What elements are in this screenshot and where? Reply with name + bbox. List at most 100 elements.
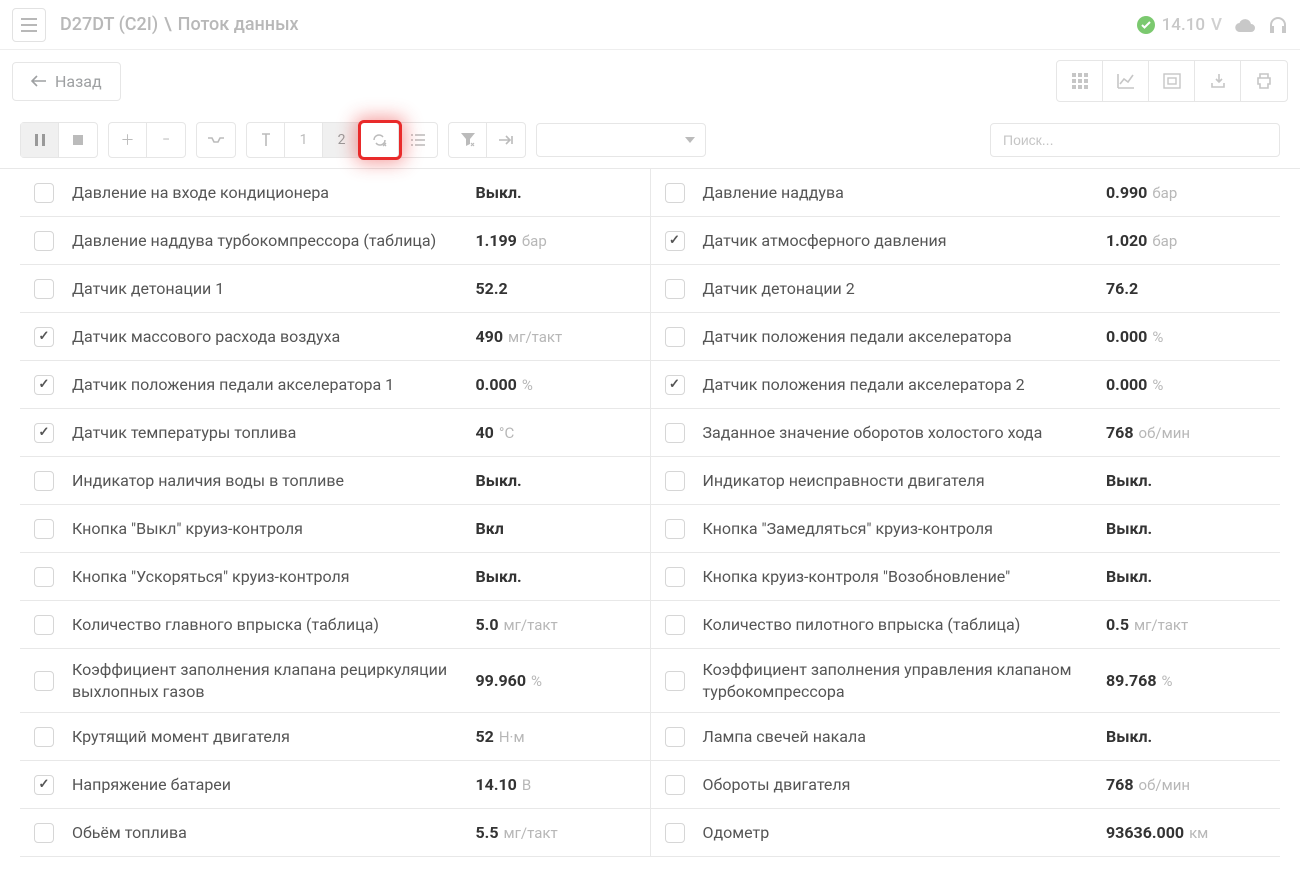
row-checkbox[interactable] (34, 471, 54, 491)
row-checkbox[interactable] (665, 615, 685, 635)
row-checkbox[interactable] (34, 615, 54, 635)
data-row[interactable]: Датчик температуры топлива40°C (20, 409, 650, 457)
row-checkbox[interactable] (665, 183, 685, 203)
data-row[interactable]: Заданное значение оборотов холостого ход… (651, 409, 1281, 457)
data-row[interactable]: Датчик атмосферного давления1.020бар (651, 217, 1281, 265)
print-button[interactable] (1241, 61, 1287, 101)
value-unit: мг/такт (504, 824, 558, 842)
parameter-label: Датчик детонации 2 (703, 278, 1107, 300)
export-button[interactable] (1195, 61, 1241, 101)
stop-button[interactable] (59, 123, 97, 157)
row-checkbox[interactable] (34, 823, 54, 843)
data-row[interactable]: Коэффициент заполнения управления клапан… (651, 649, 1281, 713)
row-checkbox[interactable] (34, 423, 54, 443)
row-checkbox[interactable] (665, 727, 685, 747)
data-row[interactable]: Датчик детонации 152.2 (20, 265, 650, 313)
row-checkbox[interactable] (665, 471, 685, 491)
column-1-button[interactable]: 1 (285, 123, 323, 157)
list-button[interactable] (399, 123, 437, 157)
data-row[interactable]: Крутящий момент двигателя52Н·м (20, 713, 650, 761)
value-number: 0.5 (1106, 615, 1129, 634)
row-checkbox[interactable] (34, 375, 54, 395)
row-checkbox[interactable] (34, 671, 54, 691)
data-row[interactable]: Датчик положения педали акселератора 10.… (20, 361, 650, 409)
data-row[interactable]: Давление на входе кондиционераВыкл. (20, 169, 650, 217)
parameter-value: 490мг/такт (476, 327, 636, 346)
data-row[interactable]: Датчик массового расхода воздуха490мг/та… (20, 313, 650, 361)
pause-button[interactable] (21, 123, 59, 157)
row-checkbox[interactable] (665, 519, 685, 539)
row-checkbox[interactable] (34, 231, 54, 251)
value-number: Выкл. (476, 183, 522, 202)
row-checkbox[interactable] (34, 183, 54, 203)
hamburger-icon (21, 18, 37, 32)
data-row[interactable]: Коэффициент заполнения клапана рециркуля… (20, 649, 650, 713)
row-checkbox[interactable] (665, 423, 685, 443)
parameter-label: Одометр (703, 822, 1107, 844)
plus-button[interactable]: ＋ (109, 123, 147, 157)
value-unit: бар (1152, 184, 1177, 202)
print-icon (1255, 73, 1273, 89)
data-row[interactable]: Количество пилотного впрыска (таблица)0.… (651, 601, 1281, 649)
parameter-label: Давление наддува турбокомпрессора (табли… (72, 230, 476, 252)
graph-button[interactable] (1103, 61, 1149, 101)
value-unit: Н·м (499, 728, 525, 746)
row-checkbox[interactable] (665, 823, 685, 843)
parameter-value: 768об/мин (1106, 423, 1266, 442)
row-checkbox[interactable] (34, 775, 54, 795)
row-checkbox[interactable] (34, 279, 54, 299)
filter-clear-button[interactable] (449, 123, 487, 157)
data-row[interactable]: Датчик положения педали акселератора 20.… (651, 361, 1281, 409)
row-checkbox[interactable] (665, 671, 685, 691)
parameter-label: Датчик положения педали акселератора 2 (703, 374, 1107, 396)
parameter-value: Выкл. (476, 471, 636, 490)
wave-button[interactable] (197, 123, 235, 157)
data-row[interactable]: Давление наддува турбокомпрессора (табли… (20, 217, 650, 265)
row-checkbox[interactable] (665, 231, 685, 251)
parameter-label: Индикатор наличия воды в топливе (72, 470, 476, 492)
text-orientation-button[interactable] (247, 123, 285, 157)
data-row[interactable]: Количество главного впрыска (таблица)5.0… (20, 601, 650, 649)
row-checkbox[interactable] (665, 327, 685, 347)
data-row[interactable]: Кнопка "Замедляться" круиз-контроляВыкл. (651, 505, 1281, 553)
value-unit: мг/такт (1134, 616, 1188, 634)
data-row[interactable]: Индикатор наличия воды в топливеВыкл. (20, 457, 650, 505)
data-row[interactable]: Давление наддува0.990бар (651, 169, 1281, 217)
row-checkbox[interactable] (34, 567, 54, 587)
data-row[interactable]: Кнопка круиз-контроля "Возобновление"Вык… (651, 553, 1281, 601)
row-checkbox[interactable] (34, 519, 54, 539)
value-unit: % (1152, 376, 1163, 394)
search-input[interactable] (990, 123, 1280, 157)
data-row[interactable]: Кнопка "Ускоряться" круиз-контроляВыкл. (20, 553, 650, 601)
row-checkbox[interactable] (34, 327, 54, 347)
data-row[interactable]: Обьём топлива5.5мг/такт (20, 809, 650, 857)
row-checkbox[interactable] (665, 279, 685, 299)
forward-button[interactable] (487, 123, 525, 157)
row-checkbox[interactable] (665, 375, 685, 395)
chart-icon (1117, 73, 1135, 89)
data-row[interactable]: Одометр93636.000км (651, 809, 1281, 857)
column-2-button[interactable]: 2 (323, 123, 361, 157)
dropdown-selector[interactable] (536, 123, 706, 157)
headphones-icon[interactable] (1268, 15, 1288, 35)
data-row[interactable]: Индикатор неисправности двигателяВыкл. (651, 457, 1281, 505)
row-checkbox[interactable] (34, 727, 54, 747)
voltage-indicator: 14.10 V (1136, 15, 1222, 35)
back-button[interactable]: Назад (12, 62, 121, 101)
data-row[interactable]: Датчик детонации 276.2 (651, 265, 1281, 313)
voltage-value: 14.10 (1162, 15, 1205, 35)
data-row[interactable]: Датчик положения педали акселератора0.00… (651, 313, 1281, 361)
refresh-cancel-button[interactable] (361, 123, 399, 157)
row-checkbox[interactable] (665, 567, 685, 587)
row-checkbox[interactable] (665, 775, 685, 795)
data-row[interactable]: Кнопка "Выкл" круиз-контроляВкл (20, 505, 650, 553)
parameter-label: Заданное значение оборотов холостого ход… (703, 422, 1107, 444)
data-row[interactable]: Обороты двигателя768об/мин (651, 761, 1281, 809)
data-row[interactable]: Лампа свечей накалаВыкл. (651, 713, 1281, 761)
hamburger-menu-button[interactable] (12, 8, 46, 42)
grid-view-button[interactable] (1057, 61, 1103, 101)
cloud-icon[interactable] (1234, 17, 1256, 33)
data-row[interactable]: Напряжение батареи14.10В (20, 761, 650, 809)
minus-button[interactable]: − (147, 123, 185, 157)
frame-button[interactable] (1149, 61, 1195, 101)
